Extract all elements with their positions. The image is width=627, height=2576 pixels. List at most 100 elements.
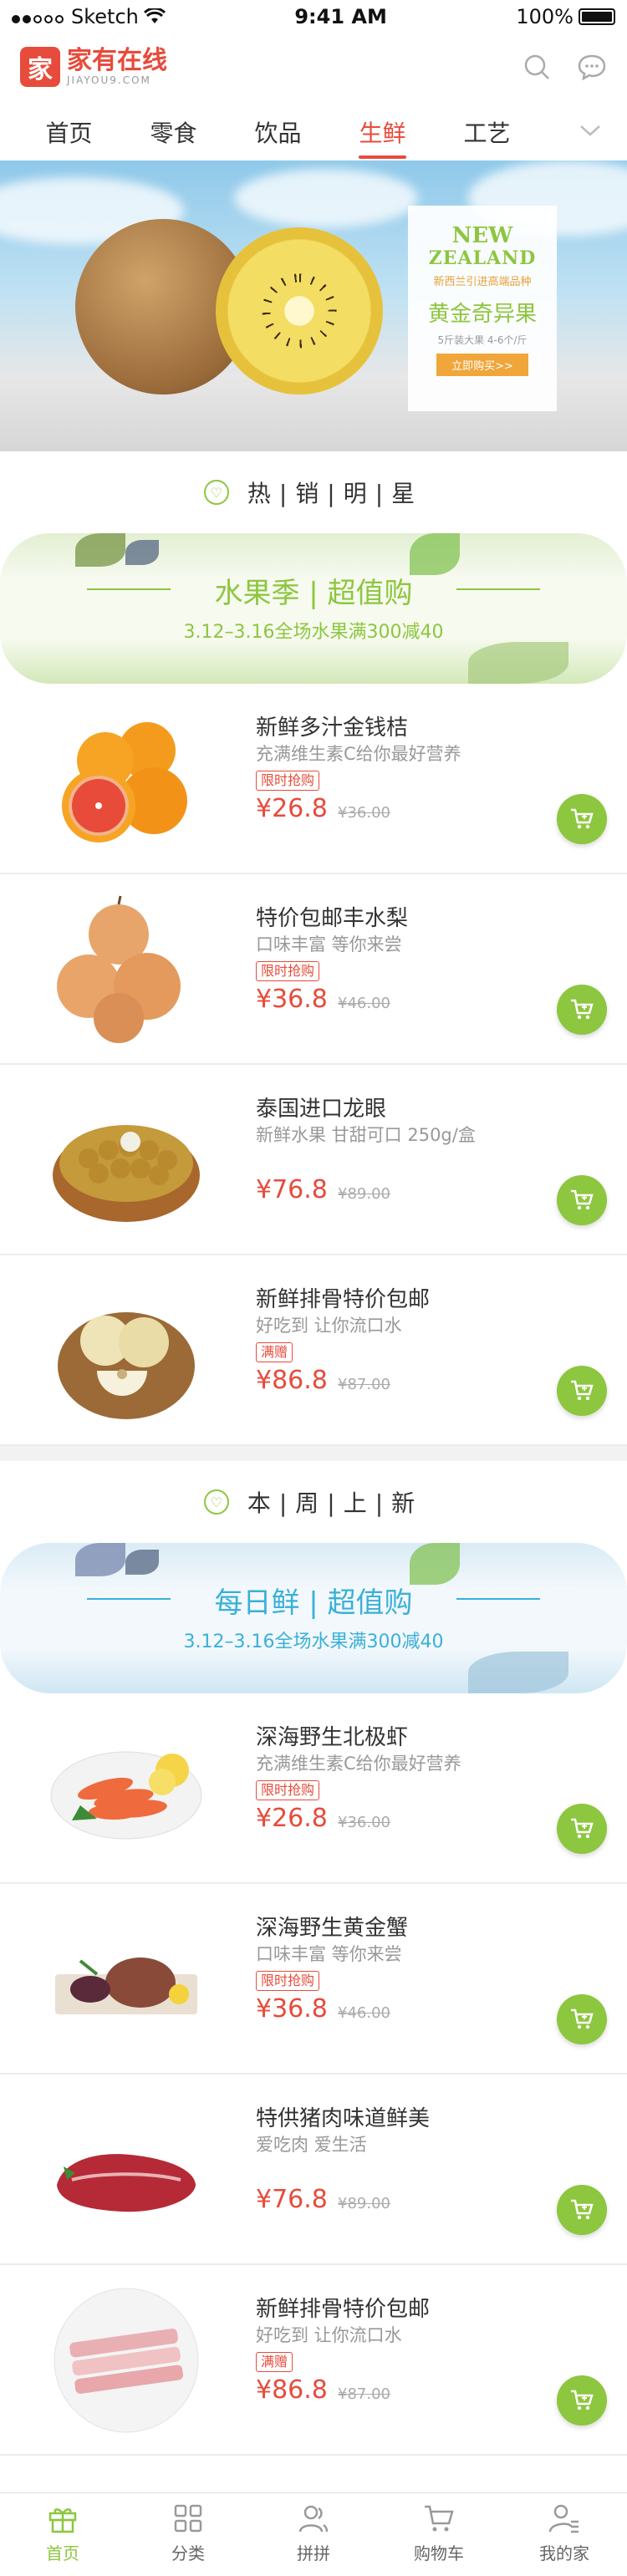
add-to-cart-button[interactable] [557,2185,607,2235]
product-tag: 满赠 [256,2352,293,2372]
product-price: ¥86.8 [256,2375,328,2405]
banner-line2: ZEALAND [428,247,537,269]
logo-mark: 家 [20,47,60,87]
product-name: 新鲜排骨特价包邮 [256,1287,431,1312]
product-image-pears-basket [58,1312,195,1419]
product-name: 新鲜排骨特价包邮 [256,2297,431,2322]
clock: 9:41 AM [294,5,387,28]
add-to-cart-button[interactable] [557,2375,607,2426]
product-image-bacon [54,2288,199,2433]
category-nav: 首页 零食 饮品 生鲜 工艺 [0,110,627,160]
product-old-price: ¥87.00 [338,2385,390,2403]
tabbar-home[interactable]: 首页 [0,2493,125,2576]
banner-line1: NEW [451,223,513,248]
tabbar-cart[interactable]: 购物车 [376,2493,502,2576]
product-image-pork [57,2154,196,2212]
buy-now-button[interactable]: 立即购买>> [436,354,528,376]
product-price: ¥86.8 [256,1366,328,1395]
add-to-cart-button[interactable] [557,1366,607,1416]
banner-title: 黄金奇异果 [427,302,537,327]
product-desc: 好吃到 让你流口水 [256,1316,402,1336]
section-title-text: 本|周|上|新 [247,1489,424,1517]
product-card[interactable]: 深海野生北极虾 充满维生素C给你最好营养 限时抢购 ¥26.8 ¥36.00 [0,1693,627,1884]
product-tag: 限时抢购 [256,1780,320,1800]
message-icon[interactable] [577,52,607,82]
product-desc: 好吃到 让你流口水 [256,2325,402,2345]
add-to-cart-button[interactable] [557,985,607,1035]
tabbar-profile[interactable]: 我的家 [502,2493,627,2576]
product-tag: 限时抢购 [256,771,320,791]
gift-icon [48,2508,77,2533]
heart-icon: ♡ [203,1489,229,1515]
product-image-crab [55,1957,197,2014]
banner-spec: 5斤装大果 4-6个/斤 [437,334,528,346]
product-name: 深海野生黄金蟹 [256,1916,409,1941]
promo-strip-daily[interactable]: 每日鲜 | 超值购 3.12–3.16全场水果满300减40 [0,1543,627,1693]
product-old-price: ¥46.00 [338,995,390,1012]
logo[interactable]: 家 家有在线 JIAYOU9.COM [20,47,167,87]
grid-icon [174,2504,202,2533]
product-old-price: ¥36.00 [338,1814,390,1831]
product-old-price: ¥46.00 [338,2004,390,2022]
battery-label: 100% [516,5,573,28]
product-desc: 新鲜水果 甘甜可口 250g/盒 [256,1125,476,1145]
product-desc: 口味丰富 等你来尝 [256,1944,402,1964]
product-price: ¥26.8 [256,794,328,823]
bottom-tab-bar: 首页 分类 拼拼 购物车 我的家 [0,2492,627,2576]
product-card[interactable]: 泰国进口龙眼 新鲜水果 甘甜可口 250g/盒 ¥76.8 ¥89.00 [0,1065,627,1255]
promo-strip-fruit[interactable]: 水果季 | 超值购 3.12–3.16全场水果满300减40 [0,533,627,684]
cart-icon [571,808,594,829]
add-to-cart-button[interactable] [557,794,607,844]
tab-home[interactable]: 首页 [17,110,121,160]
battery-icon [579,8,615,25]
product-image-shrimp [50,1751,202,1840]
add-to-cart-button[interactable] [557,1804,607,1854]
product-name: 深海野生北极虾 [256,1725,409,1750]
promo-banner[interactable]: NEW ZEALAND 新西兰引进高端品种 黄金奇异果 5斤装大果 4-6个/斤… [0,160,627,451]
product-card[interactable]: 特供猪肉味道鲜美 爱吃肉 爱生活 ¥76.8 ¥89.00 [0,2075,627,2265]
product-price: ¥26.8 [256,1804,328,1833]
search-icon[interactable] [522,52,552,82]
add-to-cart-button[interactable] [557,1994,607,2044]
add-to-cart-button[interactable] [557,1175,607,1225]
tab-snacks[interactable]: 零食 [121,110,226,160]
banner-subtitle: 新西兰引进高端品种 [433,276,532,288]
product-old-price: ¥87.00 [338,1376,390,1393]
product-name: 特供猪肉味道鲜美 [256,2106,431,2131]
product-desc: 充满维生素C给你最好营养 [256,1754,461,1774]
section-title-hot: ♡ 热|销|明|星 [0,451,627,533]
carrier-label: Sketch [71,5,139,28]
product-image-oranges [62,722,187,843]
product-card[interactable]: 新鲜排骨特价包邮 好吃到 让你流口水 满赠 ¥86.8 ¥87.00 [0,2265,627,2456]
tabbar-category[interactable]: 分类 [125,2493,251,2576]
wifi-icon [143,8,166,23]
product-desc: 口味丰富 等你来尝 [256,934,402,955]
product-card[interactable]: 新鲜排骨特价包邮 好吃到 让你流口水 满赠 ¥86.8 ¥87.00 [0,1255,627,1446]
strip-note: 3.12–3.16全场水果满300减40 [183,1632,444,1652]
product-tag: 限时抢购 [256,961,320,981]
tabbar-group[interactable]: 拼拼 [251,2493,376,2576]
cart-icon [571,1380,594,1401]
tab-drinks[interactable]: 饮品 [226,110,330,160]
product-old-price: ¥36.00 [338,804,390,822]
tab-fresh[interactable]: 生鲜 [330,110,435,160]
cart-icon [571,2008,594,2029]
section-title-text: 热|销|明|星 [247,480,424,507]
tab-crafts[interactable]: 工艺 [435,110,539,160]
tabbar-label: 首页 [46,2543,79,2563]
product-image-longan [53,1125,200,1222]
signal-icon [12,5,66,28]
cart-icon [571,2199,594,2220]
logo-domain: JIAYOU9.COM [67,74,151,86]
cart-icon [571,999,594,1020]
product-desc: 爱吃肉 爱生活 [256,2135,367,2155]
product-list-new: 深海野生北极虾 充满维生素C给你最好营养 限时抢购 ¥26.8 ¥36.00 深… [0,1693,627,2456]
product-card[interactable]: 深海野生黄金蟹 口味丰富 等你来尝 限时抢购 ¥36.8 ¥46.00 [0,1884,627,2075]
product-card[interactable]: 特价包邮丰水梨 口味丰富 等你来尝 限时抢购 ¥36.8 ¥46.00 [0,874,627,1065]
profile-icon [548,2504,579,2533]
cart-icon [425,2505,454,2532]
product-card[interactable]: 新鲜多汁金钱桔 充满维生素C给你最好营养 限时抢购 ¥26.8 ¥36.00 [0,684,627,874]
kiwi-slice-image [216,227,383,395]
chevron-down-icon[interactable] [579,122,602,142]
product-name: 新鲜多汁金钱桔 [256,715,409,741]
